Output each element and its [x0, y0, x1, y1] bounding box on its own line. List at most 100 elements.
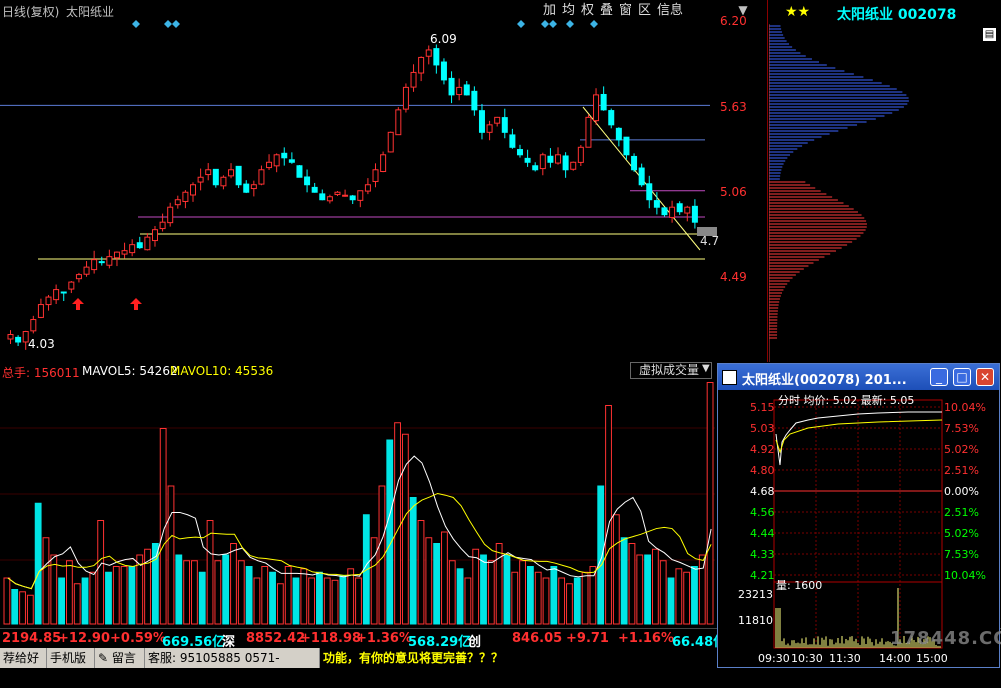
candle-body: [175, 200, 180, 205]
volume-bar: [613, 515, 619, 624]
volume-bar: [426, 538, 432, 624]
candle-body: [251, 185, 256, 189]
volume-bar: [692, 567, 698, 625]
volume-bar: [340, 576, 346, 624]
candle-body: [8, 335, 13, 339]
candle-body: [274, 155, 279, 166]
ticker-item: +0.59%: [110, 631, 166, 646]
ticker-item: +1.36%: [356, 631, 412, 646]
volume-bar: [559, 578, 565, 624]
toolbar-btn-0[interactable]: 加: [541, 2, 558, 20]
volume-total: 总手: 156011: [2, 364, 80, 381]
intraday-time-tick: 11:30: [829, 652, 861, 665]
volume-bar: [301, 569, 307, 624]
intraday-vol-tick-1: 23213: [738, 588, 773, 601]
candle-body: [464, 85, 469, 95]
price-label-top: 6.20: [720, 14, 747, 28]
volume-bar: [215, 561, 221, 624]
candle-body: [358, 191, 363, 201]
intraday-time-tick: 09:30: [758, 652, 790, 665]
candle-body: [92, 260, 97, 270]
signal-diamond-icon: [541, 20, 549, 28]
volume-bar: [410, 498, 416, 625]
chart-stock-name: 太阳纸业: [66, 3, 114, 20]
signal-diamond-icon: [164, 20, 172, 28]
volume-bar: [113, 567, 119, 625]
volume-bar: [543, 578, 549, 624]
kline-canvas: [0, 0, 768, 362]
intraday-vol-tick-2: 11810: [738, 614, 773, 627]
volume-bar: [371, 538, 377, 624]
candle-body: [396, 110, 401, 135]
volume-bar: [238, 561, 244, 624]
candle-body: [305, 177, 310, 185]
toolbar-btn-6[interactable]: 信息: [655, 2, 685, 20]
intraday-time-tick: 10:30: [791, 652, 823, 665]
candle-body: [525, 158, 530, 162]
volume-bar: [590, 567, 596, 625]
volume-bar: [395, 423, 401, 624]
volume-bar: [27, 595, 33, 624]
intraday-time-tick: 14:00: [879, 652, 911, 665]
candle-body: [31, 320, 36, 331]
intraday-price-line: [776, 412, 942, 465]
message-button[interactable]: ✎ 留言: [95, 648, 145, 668]
volume-bar: [277, 584, 283, 624]
volume-dropdown-icon[interactable]: ▼: [702, 363, 710, 374]
candle-body: [594, 95, 599, 121]
close-icon[interactable]: ✕: [976, 368, 994, 386]
intraday-popup-window[interactable]: 太阳纸业(002078) 201... _ □ ✕ 分时 均价: 5.02 最新…: [717, 363, 1000, 668]
intraday-pct-tick: 10.04%: [944, 569, 986, 582]
signal-diamond-icon: [566, 20, 574, 28]
signal-diamond-icon: [549, 20, 557, 28]
toolbar-btn-3[interactable]: 叠: [598, 2, 615, 20]
toolbar-btn-5[interactable]: 区: [636, 2, 653, 20]
intraday-price-tick: 4.68: [750, 485, 775, 498]
candle-body: [350, 196, 355, 200]
volume-chart[interactable]: 总手: 156011 MAVOL5: 54262 MAVOL10: 45536 …: [0, 362, 768, 628]
intraday-pct-tick: 10.04%: [944, 401, 986, 414]
intraday-pct-tick: 7.53%: [944, 422, 979, 435]
volume-bar: [387, 440, 393, 624]
toolbar-btn-1[interactable]: 均: [560, 2, 577, 20]
candle-body: [670, 207, 675, 217]
minimize-icon[interactable]: _: [930, 368, 948, 386]
volume-bar: [442, 532, 448, 624]
candle-body: [381, 155, 386, 172]
share-button[interactable]: 荐给好友: [0, 648, 47, 668]
volume-bar: [582, 572, 588, 624]
intraday-price-tick: 5.03: [750, 422, 775, 435]
intraday-volume-label: 量: 1600: [776, 577, 822, 593]
volume-bar: [176, 555, 182, 624]
candle-body: [586, 117, 591, 147]
signal-diamond-icon: [517, 20, 525, 28]
profile-title: 太阳纸业 002078: [837, 4, 956, 24]
candle-body: [99, 262, 104, 263]
candle-body: [183, 192, 188, 201]
volume-bar: [106, 572, 112, 624]
candle-body: [388, 132, 393, 152]
message-icon: ✎: [98, 651, 108, 665]
maximize-icon[interactable]: □: [953, 368, 971, 386]
volume-bar: [652, 549, 658, 624]
price-label-2: 5.63: [720, 100, 747, 114]
clipboard-icon[interactable]: ▤: [983, 28, 996, 41]
popup-titlebar[interactable]: 太阳纸业(002078) 201... _ □ ✕: [718, 364, 999, 390]
mobile-button[interactable]: 手机版: [47, 648, 95, 668]
volume-bar: [35, 503, 41, 624]
intraday-time-tick: 15:00: [916, 652, 948, 665]
intraday-pct-tick: 5.02%: [944, 527, 979, 540]
mavol5-label: MAVOL5: 54262: [82, 364, 178, 378]
virtual-volume-button[interactable]: 虚拟成交量: [630, 362, 712, 379]
intraday-price-tick: 4.44: [750, 527, 775, 540]
toolbar-btn-2[interactable]: 权: [579, 2, 596, 20]
candle-body: [69, 282, 74, 289]
low-price-label: 4.03: [28, 337, 55, 351]
candle-body: [168, 207, 173, 222]
candle-body: [419, 57, 424, 73]
toolbar-btn-4[interactable]: 窗: [617, 2, 634, 20]
kline-chart[interactable]: 日线(复权) 太阳纸业 加均权叠窗区信息 ▼ 6.20 5.63 5.06 4.…: [0, 0, 768, 362]
volume-bar: [223, 555, 229, 624]
candle-body: [343, 195, 348, 196]
volume-bar: [20, 592, 26, 624]
